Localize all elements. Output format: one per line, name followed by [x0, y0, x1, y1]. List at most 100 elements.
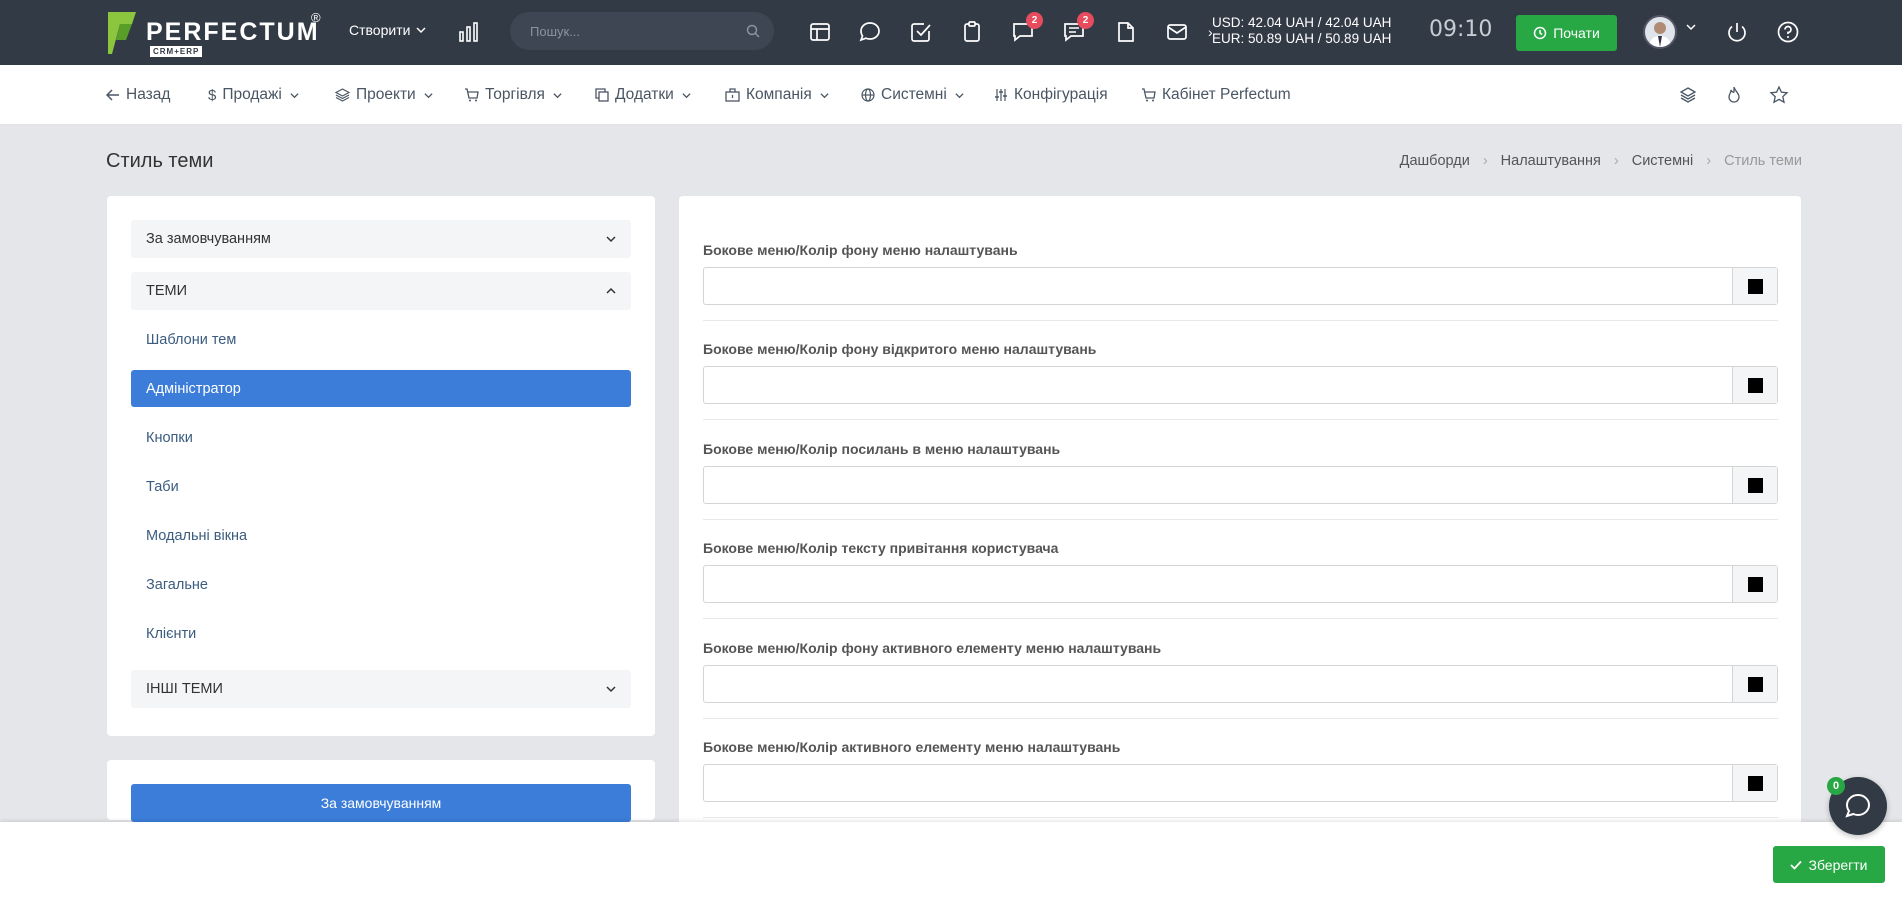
color-picker-button[interactable]: [1732, 566, 1777, 602]
color-field: Бокове меню/Колір фону меню налаштувань: [703, 242, 1778, 321]
create-button[interactable]: Створити: [349, 22, 426, 38]
nav-projects-label: Проекти: [356, 86, 416, 103]
divider: [703, 817, 1778, 818]
breadcrumb-item[interactable]: Системні: [1632, 153, 1694, 169]
reset-panel: За замовчуванням: [107, 760, 655, 822]
breadcrumb: Дашборди › Налаштування › Системні › Сти…: [1400, 153, 1802, 169]
color-swatch-icon: [1747, 775, 1763, 791]
power-icon[interactable]: [1725, 20, 1749, 44]
chat-bubble-icon[interactable]: [858, 20, 882, 44]
start-timer-button[interactable]: Почати: [1516, 15, 1617, 51]
color-input-group: [703, 665, 1778, 703]
nav-config[interactable]: Конфігурація: [994, 86, 1108, 104]
color-picker-button[interactable]: [1732, 367, 1777, 403]
task-check-icon[interactable]: [909, 20, 933, 44]
breadcrumb-item[interactable]: Налаштування: [1501, 153, 1601, 169]
chevron-down-icon: [682, 92, 691, 98]
chevron-right-icon: ›: [1706, 153, 1712, 169]
color-input[interactable]: [704, 367, 1732, 403]
nav-back[interactable]: Назад: [106, 86, 170, 104]
messages-button[interactable]: 2: [1011, 12, 1043, 44]
nav-sales-label: Продажі: [222, 86, 282, 103]
default-theme-dropdown[interactable]: За замовчуванням: [131, 220, 631, 258]
globe-icon: [861, 88, 875, 102]
logo[interactable]: PERFECTUM ® CRM+ERP: [106, 10, 321, 57]
nav-trade[interactable]: Торгівля: [464, 86, 562, 104]
stats-icon[interactable]: [458, 22, 480, 42]
layers-icon[interactable]: [1678, 85, 1698, 105]
themes-section-toggle[interactable]: ТЕМИ: [131, 272, 631, 310]
menu-item-clients[interactable]: Клієнти: [131, 615, 631, 652]
nav-config-label: Конфігурація: [1014, 86, 1108, 103]
chevron-down-icon: [955, 92, 964, 98]
reset-default-button[interactable]: За замовчуванням: [131, 784, 631, 822]
menu-item-modals[interactable]: Модальні вікна: [131, 517, 631, 554]
calendar-list-icon[interactable]: [808, 20, 832, 44]
comments-button[interactable]: 2: [1062, 12, 1094, 44]
check-icon: [1790, 860, 1803, 870]
color-input[interactable]: [704, 765, 1732, 801]
color-picker-button[interactable]: [1732, 765, 1777, 801]
color-input[interactable]: [704, 268, 1732, 304]
menu-item-buttons[interactable]: Кнопки: [131, 419, 631, 456]
search-box: [510, 12, 774, 50]
chevron-down-icon: [416, 27, 426, 34]
menu-item-admin[interactable]: Адміністратор: [131, 370, 631, 407]
avatar[interactable]: [1643, 15, 1677, 49]
save-button[interactable]: Зберегти: [1773, 846, 1885, 883]
star-icon[interactable]: [1769, 85, 1789, 105]
copy-icon: [595, 88, 609, 102]
nav-projects[interactable]: Проекти: [335, 86, 433, 104]
nav-addons[interactable]: Додатки: [595, 86, 691, 104]
nav-company[interactable]: Компанія: [725, 86, 829, 104]
color-swatch-icon: [1747, 676, 1763, 692]
breadcrumb-item[interactable]: Дашборди: [1400, 153, 1470, 169]
logo-reg: ®: [311, 10, 321, 25]
nav-system[interactable]: Системні: [861, 86, 964, 104]
color-input[interactable]: [704, 666, 1732, 702]
field-label: Бокове меню/Колір фону активного елемент…: [703, 640, 1162, 656]
color-swatch-icon: [1747, 576, 1763, 592]
layers-icon: [335, 88, 350, 102]
logo-sub: CRM+ERP: [150, 46, 203, 57]
chat-widget-button[interactable]: 0: [1827, 777, 1887, 835]
user-avatar-icon: [1649, 22, 1671, 47]
search-input[interactable]: [530, 12, 740, 50]
cart-icon: [465, 88, 479, 102]
menu-item-theme-templates[interactable]: Шаблони тем: [131, 321, 631, 358]
search-icon[interactable]: [746, 24, 760, 38]
currency-eur: EUR: 50.89 UAH / 50.89 UAH: [1212, 31, 1392, 46]
nav-cabinet-label: Кабінет Perfectum: [1162, 86, 1291, 103]
color-picker-button[interactable]: [1732, 666, 1777, 702]
chevron-down-icon: [606, 686, 616, 693]
chevron-down-icon: [820, 92, 829, 98]
nav-cabinet[interactable]: Кабінет Perfectum: [1141, 86, 1291, 104]
nav-sales[interactable]: $ Продажі: [208, 86, 299, 104]
arrow-left-icon: [106, 89, 119, 101]
breadcrumb-current: Стиль теми: [1724, 153, 1802, 169]
fire-icon[interactable]: [1724, 85, 1744, 105]
field-label: Бокове меню/Колір активного елементу мен…: [703, 739, 1121, 755]
cart-icon: [1142, 88, 1156, 102]
menu-item-general[interactable]: Загальне: [131, 566, 631, 603]
color-input[interactable]: [704, 566, 1732, 602]
help-icon[interactable]: [1776, 20, 1800, 44]
divider: [703, 519, 1778, 520]
color-field: Бокове меню/Колір тексту привітання кори…: [703, 540, 1778, 619]
sliders-icon: [995, 89, 1007, 101]
divider: [703, 320, 1778, 321]
notification-badge: 2: [1077, 12, 1094, 29]
nav-trade-label: Торгівля: [485, 86, 545, 103]
color-input[interactable]: [704, 467, 1732, 503]
field-label: Бокове меню/Колір посилань в меню налашт…: [703, 441, 1061, 457]
chevron-down-icon[interactable]: [1686, 22, 1696, 32]
menu-item-tabs[interactable]: Таби: [131, 468, 631, 505]
clipboard-icon[interactable]: [960, 20, 984, 44]
color-picker-button[interactable]: [1732, 467, 1777, 503]
other-themes-toggle[interactable]: ІНШІ ТЕМИ: [131, 670, 631, 708]
mail-icon[interactable]: [1165, 20, 1189, 44]
color-field: Бокове меню/Колір посилань в меню налашт…: [703, 441, 1778, 520]
color-picker-button[interactable]: [1732, 268, 1777, 304]
file-icon[interactable]: [1114, 20, 1138, 44]
color-input-group: [703, 764, 1778, 802]
